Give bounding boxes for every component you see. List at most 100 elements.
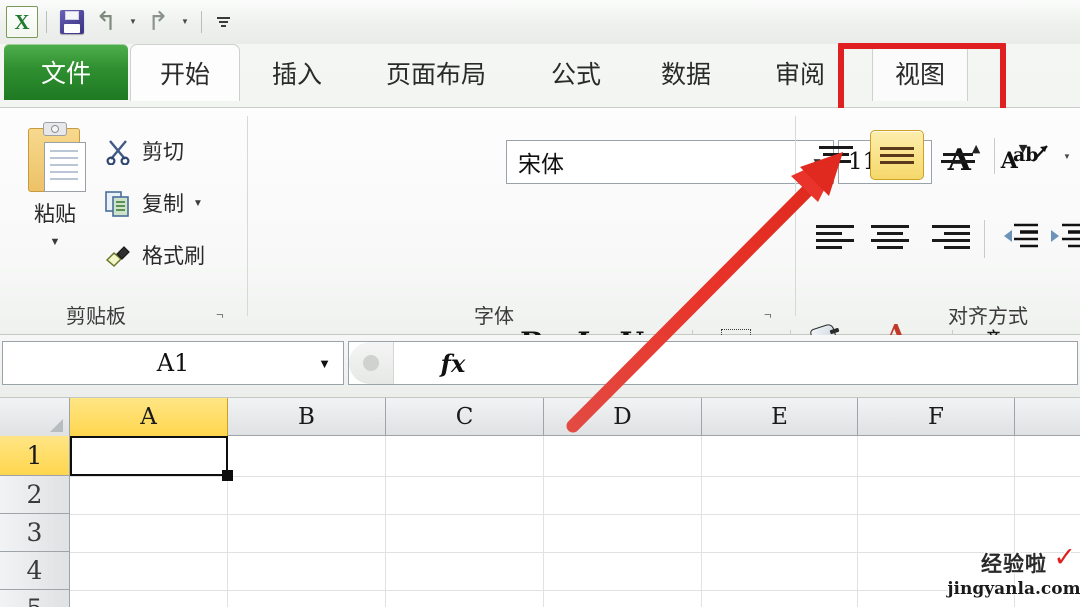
tab-data[interactable]: 数据 (638, 44, 734, 101)
ribbon: 粘贴 ▼ 剪切 复制 ▼ 格式刷 剪贴板 ⌐ 宋体 ▼ 11 A ▲ A ▼ 字… (0, 108, 1080, 364)
increase-indent-button[interactable] (1046, 216, 1080, 258)
align-center-button[interactable] (866, 216, 914, 258)
align-center-icon (871, 225, 909, 228)
quick-access-toolbar: X ↰ ▼ ↱ ▼ (0, 0, 1080, 44)
gridline (701, 436, 702, 607)
cut-label: 剪切 (142, 141, 184, 164)
column-header-g[interactable] (1015, 398, 1080, 436)
formula-input-wrapper: fx (348, 341, 1078, 385)
undo-icon: ↰ (95, 7, 117, 37)
redo-dropdown[interactable]: ▼ (175, 5, 193, 39)
chevron-down-icon: ▼ (129, 17, 137, 26)
redo-button[interactable]: ↱ (141, 5, 175, 39)
row-header-1[interactable]: 1 (0, 436, 69, 476)
select-all-corner[interactable] (0, 398, 70, 436)
save-icon (60, 10, 84, 34)
name-box[interactable]: A1 ▼ (2, 341, 344, 385)
insert-function-icon[interactable]: fx (394, 349, 512, 378)
align-bottom-button[interactable] (934, 138, 982, 178)
tab-file[interactable]: 文件 (4, 44, 128, 100)
column-header-c[interactable]: C (386, 398, 544, 436)
customize-qat-button[interactable] (210, 5, 236, 39)
align-left-button[interactable] (810, 216, 864, 258)
align-top-icon (819, 145, 853, 149)
tab-review[interactable]: 审阅 (752, 44, 848, 101)
increase-indent-icon (1048, 222, 1080, 252)
chevron-down-icon: ▼ (181, 17, 189, 26)
paste-label: 粘贴 (34, 203, 76, 226)
ribbon-group-clipboard: 粘贴 ▼ 剪切 复制 ▼ 格式刷 剪贴板 ⌐ (0, 108, 248, 334)
decrease-indent-icon (1000, 222, 1040, 252)
qat-divider-2 (201, 11, 202, 33)
gridline (543, 436, 544, 607)
gridline (385, 436, 386, 607)
formula-input[interactable] (512, 342, 1077, 384)
undo-dropdown[interactable]: ▼ (123, 5, 141, 39)
font-name-input[interactable]: 宋体 ▼ (506, 140, 834, 184)
column-header-f[interactable]: F (858, 398, 1015, 436)
copy-label: 复制 (142, 193, 184, 216)
active-cell-a1[interactable] (70, 436, 228, 476)
svg-text:ab: ab (1013, 144, 1039, 166)
gridline (70, 552, 1080, 553)
alignment-group-label: 对齐方式 (948, 306, 1028, 328)
clipboard-paste-icon (24, 122, 86, 194)
chevron-down-icon[interactable]: ▼ (318, 356, 331, 371)
save-button[interactable] (55, 5, 89, 39)
menu-line (216, 17, 230, 19)
qat-divider-1 (46, 11, 47, 33)
orientation-button[interactable]: ab (1008, 132, 1056, 178)
tab-page-layout[interactable]: 页面布局 (352, 44, 520, 101)
format-painter-label: 格式刷 (142, 245, 205, 268)
font-dialog-launcher[interactable] (760, 307, 776, 323)
spreadsheet-grid: A B C D E F 1 2 3 4 5 (0, 398, 1080, 607)
redo-icon: ↱ (147, 7, 169, 37)
text-orientation-icon: ab (1013, 139, 1051, 171)
orientation-dropdown[interactable]: ▼ (1054, 138, 1078, 176)
column-header-e[interactable]: E (702, 398, 858, 436)
menu-line (220, 25, 226, 27)
format-painter-button[interactable]: 格式刷 (104, 234, 205, 276)
row-header-4[interactable]: 4 (0, 552, 69, 590)
row-header-column: 1 2 3 4 5 (0, 436, 70, 607)
tab-formulas[interactable]: 公式 (530, 44, 622, 101)
clipboard-group-label: 剪贴板 (66, 306, 126, 328)
copy-dropdown-arrow-icon[interactable]: ▼ (193, 198, 203, 209)
cut-button[interactable]: 剪切 (104, 130, 184, 172)
paste-button[interactable]: 粘贴 ▼ (12, 116, 98, 276)
align-left-icon (816, 225, 854, 228)
copy-button[interactable]: 复制 ▼ (104, 182, 203, 224)
font-name-value: 宋体 (518, 152, 564, 178)
paste-dropdown-arrow-icon: ▼ (49, 236, 61, 248)
formula-bar: A1 ▼ fx (0, 335, 1080, 398)
ribbon-group-font: 宋体 ▼ 11 ▼ A ▲ A ▼ B I U (248, 108, 1032, 364)
align-top-button[interactable] (812, 134, 860, 174)
gridline (857, 436, 858, 607)
align-right-button[interactable] (922, 216, 976, 258)
row-header-2[interactable]: 2 (0, 476, 69, 514)
decrease-indent-button[interactable] (998, 216, 1042, 258)
align-right-icon (932, 225, 970, 228)
fill-handle[interactable] (222, 470, 233, 481)
chevron-down-icon: ▼ (1063, 152, 1071, 161)
column-header-a[interactable]: A (70, 398, 228, 436)
undo-button[interactable]: ↰ (89, 5, 123, 39)
name-box-value: A1 (156, 349, 190, 377)
excel-logo-icon: X (6, 6, 38, 38)
tab-insert[interactable]: 插入 (252, 44, 342, 101)
column-header-d[interactable]: D (544, 398, 702, 436)
row-header-3[interactable]: 3 (0, 514, 69, 552)
cell-area[interactable] (70, 436, 1080, 607)
clipboard-dialog-launcher[interactable] (212, 307, 228, 323)
column-header-b[interactable]: B (228, 398, 386, 436)
row-header-5[interactable]: 5 (0, 590, 69, 607)
watermark-url: jingyanla.com (947, 579, 1080, 599)
align-middle-button[interactable] (870, 130, 924, 180)
align-middle-icon (880, 146, 914, 150)
formula-expand-handle[interactable] (349, 342, 394, 384)
excel-window: X ↰ ▼ ↱ ▼ 文件 开始 插入 页面布局 公式 数据 审阅 视图 粘贴 ▼… (0, 0, 1080, 607)
gridline (70, 590, 1080, 591)
tab-home[interactable]: 开始 (130, 44, 240, 101)
watermark: 经验啦 ✓ jingyanla.com (947, 542, 1080, 599)
column-header-row: A B C D E F (0, 398, 1080, 436)
